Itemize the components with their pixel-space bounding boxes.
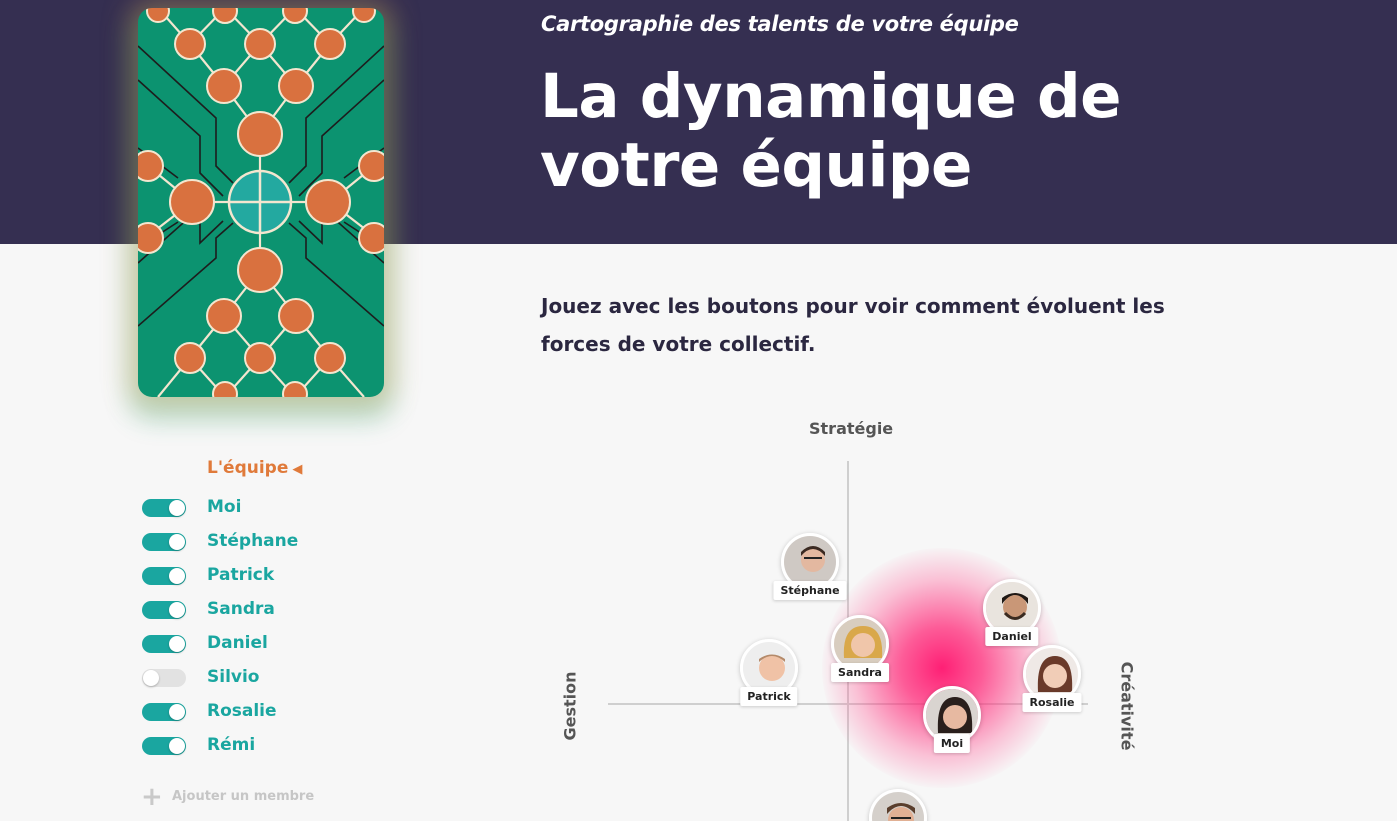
member-name: Moi <box>207 497 242 517</box>
member-name: Stéphane <box>207 531 299 551</box>
person-label: Stéphane <box>773 581 847 600</box>
team-member-silvio: Silvio <box>140 666 440 690</box>
team-member-rosalie: Rosalie <box>140 700 440 724</box>
toggle-knob <box>169 568 185 584</box>
toggle-stephane[interactable] <box>142 533 186 551</box>
toggle-rosalie[interactable] <box>142 703 186 721</box>
toggle-knob <box>169 500 185 516</box>
map-person-stephane[interactable]: Stéphane <box>760 533 860 605</box>
talent-card-pattern-icon <box>138 8 384 397</box>
team-member-patrick: Patrick <box>140 564 440 588</box>
avatar <box>869 789 927 821</box>
team-member-moi: Moi <box>140 496 440 520</box>
axis-label-creativite: Créativité <box>1117 661 1137 751</box>
member-name: Daniel <box>207 633 268 653</box>
page-title: La dynamique de votre équipe <box>540 61 1122 201</box>
chevron-left-icon: ◀ <box>292 462 303 477</box>
toggle-knob <box>169 602 185 618</box>
map-person-rosalie[interactable]: Rosalie <box>1002 645 1102 717</box>
toggle-remi[interactable] <box>142 737 186 755</box>
axis-label-strategie: Stratégie <box>809 419 894 438</box>
person-label: Rosalie <box>1022 693 1082 712</box>
toggle-silvio[interactable] <box>142 669 186 687</box>
person-label: Patrick <box>740 687 798 706</box>
member-name: Sandra <box>207 599 275 619</box>
team-toggle-header[interactable]: L'équipe ◀ <box>207 458 302 478</box>
map-person-sandra[interactable]: Sandra <box>810 615 910 687</box>
team-member-daniel: Daniel <box>140 632 440 656</box>
member-name: Rosalie <box>207 701 277 721</box>
map-person-moi[interactable]: Moi <box>902 686 1002 758</box>
toggle-moi[interactable] <box>142 499 186 517</box>
map-person-daniel[interactable]: Daniel <box>962 579 1062 651</box>
person-label: Sandra <box>831 663 889 682</box>
member-name: Patrick <box>207 565 275 585</box>
member-name: Silvio <box>207 667 260 687</box>
toggle-knob <box>169 636 185 652</box>
add-member-label: Ajouter un membre <box>172 789 315 804</box>
team-member-remi: Rémi <box>140 734 440 758</box>
toggle-knob <box>143 670 159 686</box>
toggle-daniel[interactable] <box>142 635 186 653</box>
axis-label-gestion: Gestion <box>560 671 580 741</box>
add-member-button[interactable]: + Ajouter un membre <box>140 782 440 812</box>
plus-icon: + <box>141 782 163 812</box>
toggle-knob <box>169 534 185 550</box>
intro-text: Jouez avec les boutons pour voir comment… <box>541 294 1165 356</box>
talent-card <box>138 8 384 397</box>
toggle-sandra[interactable] <box>142 601 186 619</box>
page-subtitle: Cartographie des talents de votre équipe <box>541 12 1019 36</box>
team-heading: L'équipe <box>207 458 289 478</box>
team-member-sandra: Sandra <box>140 598 440 622</box>
toggle-knob <box>169 738 185 754</box>
toggle-knob <box>169 704 185 720</box>
map-person-patrick[interactable]: Patrick <box>719 639 819 711</box>
team-member-stephane: Stéphane <box>140 530 440 554</box>
toggle-patrick[interactable] <box>142 567 186 585</box>
person-label: Moi <box>933 734 971 753</box>
member-name: Rémi <box>207 735 256 755</box>
map-person-remi[interactable] <box>848 789 948 821</box>
person-label: Daniel <box>985 627 1039 646</box>
